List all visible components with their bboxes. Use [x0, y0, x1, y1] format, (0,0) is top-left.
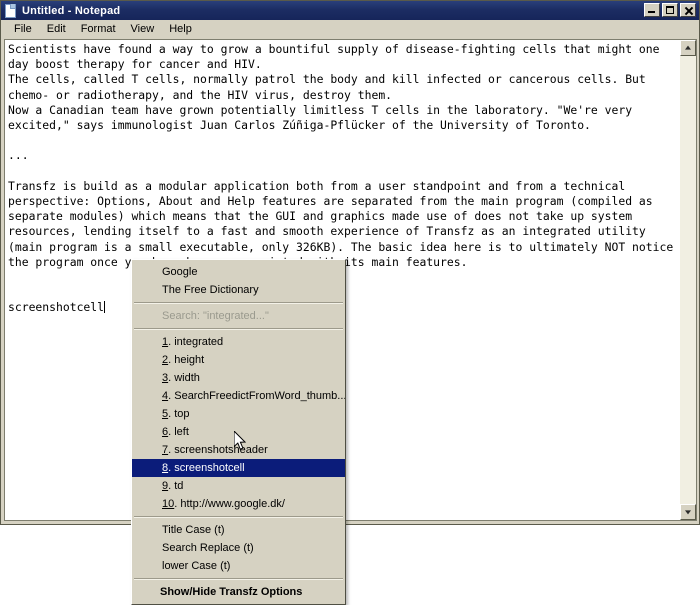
menu-item-show-hide-transfz-options[interactable]: Show/Hide Transfz Options: [132, 583, 345, 601]
menu-item-label: . top: [168, 408, 190, 420]
menu-separator: [134, 516, 343, 518]
menu-separator: [134, 578, 343, 580]
menu-item-label: . screenshotcell: [168, 462, 245, 474]
menu-item-5-top[interactable]: 5. top: [132, 405, 345, 423]
client-area: Scientists have found a way to grow a bo…: [1, 38, 699, 605]
menu-item-label: . width: [168, 372, 200, 384]
menu-item-label: . left: [168, 426, 189, 438]
menu-edit[interactable]: Edit: [40, 21, 74, 37]
notepad-document-icon: [4, 4, 17, 18]
menu-item-free-dictionary[interactable]: The Free Dictionary: [132, 281, 345, 299]
window-title: Untitled - Notepad: [22, 4, 121, 17]
scroll-up-arrow-icon[interactable]: [680, 40, 696, 56]
menu-item-label: . height: [168, 354, 205, 366]
close-button[interactable]: [680, 3, 696, 17]
text-caret: [104, 301, 106, 314]
menu-item-4-searchfreedictfromword[interactable]: 4. SearchFreedictFromWord_thumb....: [132, 387, 345, 405]
menu-item-8-screenshotcell[interactable]: 8. screenshotcell: [132, 459, 345, 477]
menu-file[interactable]: File: [7, 21, 40, 37]
menu-item-7-screenshotsheader[interactable]: 7. screenshotsheader: [132, 441, 345, 459]
menu-item-label: . http://www.google.dk/: [174, 498, 285, 510]
menu-item-label: . integrated: [168, 336, 224, 348]
menu-separator: [134, 328, 343, 330]
minimize-button[interactable]: [644, 3, 660, 17]
accel-key: 10: [162, 498, 175, 510]
scroll-down-arrow-icon[interactable]: [680, 504, 696, 520]
menu-item-search-query: Search: "integrated...": [162, 310, 269, 322]
menu-item-label: . SearchFreedictFromWord_thumb....: [168, 390, 345, 402]
menu-help[interactable]: Help: [162, 21, 200, 37]
menu-item-lower-case[interactable]: lower Case (t): [132, 557, 345, 575]
menu-separator: [134, 302, 343, 304]
menu-item-10-google-url[interactable]: 10. http://www.google.dk/: [132, 495, 345, 513]
window-controls: [644, 3, 696, 17]
menu-item-2-height[interactable]: 2. height: [132, 351, 345, 369]
menu-item-3-width[interactable]: 3. width: [132, 369, 345, 387]
menu-item-google[interactable]: Google: [132, 263, 345, 281]
menu-format[interactable]: Format: [74, 21, 124, 37]
menu-item-6-left[interactable]: 6. left: [132, 423, 345, 441]
maximize-button[interactable]: [662, 3, 678, 17]
menu-view[interactable]: View: [124, 21, 163, 37]
menu-item-label: . td: [168, 480, 184, 492]
transfz-context-menu[interactable]: Google The Free Dictionary Search: "inte…: [131, 259, 346, 605]
menu-item-search-replace[interactable]: Search Replace (t): [132, 539, 345, 557]
notepad-window: Untitled - Notepad File Edit Format View…: [0, 0, 700, 605]
menu-item-title-case[interactable]: Title Case (t): [132, 521, 345, 539]
menu-item-label: . screenshotsheader: [168, 444, 268, 456]
vertical-scrollbar[interactable]: [680, 39, 697, 521]
title-bar[interactable]: Untitled - Notepad: [1, 1, 699, 20]
menu-item-1-integrated[interactable]: 1. integrated: [132, 333, 345, 351]
menu-item-9-td[interactable]: 9. td: [132, 477, 345, 495]
menu-bar: File Edit Format View Help: [1, 20, 699, 38]
scrollbar-track[interactable]: [680, 56, 696, 504]
